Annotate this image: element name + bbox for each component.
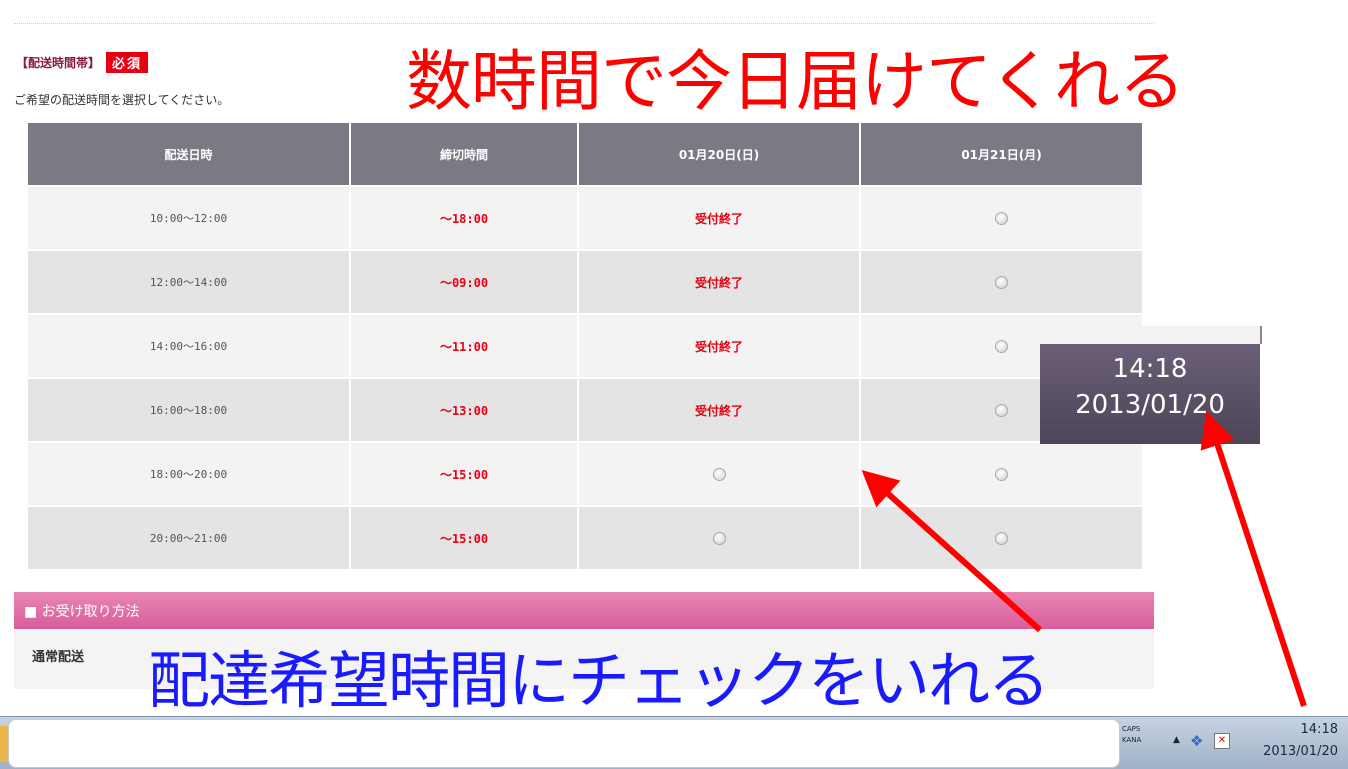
top-divider [14, 23, 1154, 24]
slot-day-2 [860, 441, 1142, 506]
taskbar-clock-date[interactable]: 2013/01/20 [1263, 744, 1338, 759]
table-row: 16:00～18:00 ～13:00 受付終了 [28, 377, 1142, 442]
table-row: 20:00～21:00 ～15:00 [28, 505, 1142, 569]
slot-day-2 [860, 249, 1142, 314]
table-row: 14:00～16:00 ～11:00 受付終了 [28, 313, 1142, 378]
zoomed-clock-frame [1040, 326, 1262, 344]
slot-time: 10:00～12:00 [28, 185, 351, 250]
slot-time: 14:00～16:00 [28, 313, 351, 378]
slot-radio-button[interactable] [995, 211, 1008, 225]
slot-radio-button[interactable] [995, 403, 1008, 417]
slot-deadline: ～11:00 [350, 313, 579, 378]
delivery-instruction: ご希望の配送時間を選択してください。 [14, 93, 230, 107]
delivery-time-title: 【配送時間帯】 [16, 56, 101, 70]
show-hidden-icons-icon[interactable]: ▲ [1173, 735, 1180, 745]
action-center-flag-icon[interactable]: ✕ [1214, 733, 1230, 749]
delivery-slot-table: 配送日時 締切時間 01月20日(日) 01月21日(月) 10:00～12:0… [28, 123, 1142, 569]
slot-day-2 [860, 185, 1142, 250]
required-badge: 必須 [106, 52, 149, 73]
annotation-red-caption: 数時間で今日届けてくれる [406, 43, 1185, 120]
slot-day-1: 受付終了 [578, 249, 861, 314]
slot-time: 20:00～21:00 [28, 505, 351, 569]
slot-time: 12:00～14:00 [28, 249, 351, 314]
dropbox-icon[interactable]: ❖ [1190, 732, 1203, 750]
caps-label: CAPS [1122, 725, 1141, 733]
slot-deadline: ～13:00 [350, 377, 579, 442]
header-delivery-datetime: 配送日時 [28, 123, 351, 186]
slot-radio-button[interactable] [712, 467, 726, 481]
receive-method-header: ■ お受け取り方法 [14, 592, 1154, 629]
table-row: 18:00～20:00 ～15:00 [28, 441, 1142, 506]
kana-label: KANA [1122, 736, 1142, 744]
slot-deadline: ～15:00 [350, 505, 579, 569]
slot-day-1 [578, 441, 861, 506]
slot-radio-button[interactable] [712, 531, 726, 545]
receive-method-title: ■ お受け取り方法 [24, 603, 140, 620]
slot-deadline: ～18:00 [350, 185, 579, 250]
slot-radio-button[interactable] [995, 275, 1008, 289]
zoomed-clock-time: 14:18 [1112, 354, 1188, 384]
slot-day-1: 受付終了 [578, 313, 861, 378]
slot-day-1: 受付終了 [578, 185, 861, 250]
zoomed-clock-date: 2013/01/20 [1075, 390, 1225, 420]
slot-radio-button[interactable] [995, 531, 1008, 545]
slot-time: 18:00～20:00 [28, 441, 351, 506]
zoomed-clock: 14:18 2013/01/20 [1040, 344, 1260, 444]
slot-time: 16:00～18:00 [28, 377, 351, 442]
header-deadline: 締切時間 [350, 123, 579, 186]
slot-radio-button[interactable] [995, 467, 1008, 481]
arrow-to-clock [1200, 410, 1307, 707]
annotation-blue-caption: 配達希望時間にチェックをいれる [148, 644, 1050, 717]
taskbar-window-area[interactable] [8, 719, 1120, 768]
slot-day-2 [860, 505, 1142, 569]
system-tray: CAPS KANA ▲ ❖ ✕ 14:18 2013/01/20 [1118, 720, 1348, 768]
receive-method-value: 通常配送 [32, 650, 85, 665]
slot-table-body: 10:00～12:00 ～18:00 受付終了 12:00～14:00 ～09:00 受付… [28, 185, 1142, 569]
table-row: 12:00～14:00 ～09:00 受付終了 [28, 249, 1142, 314]
delivery-time-section-header: 【配送時間帯】 必須 [16, 52, 149, 73]
table-row: 10:00～12:00 ～18:00 受付終了 [28, 185, 1142, 250]
taskbar-clock-time[interactable]: 14:18 [1301, 722, 1338, 737]
table-header-row: 配送日時 締切時間 01月20日(日) 01月21日(月) [28, 123, 1142, 186]
slot-day-1: 受付終了 [578, 377, 861, 442]
slot-day-1 [578, 505, 861, 569]
ime-status[interactable]: CAPS KANA [1122, 724, 1141, 746]
header-day-2: 01月21日(月) [860, 123, 1142, 186]
header-day-1: 01月20日(日) [578, 123, 861, 186]
slot-deadline: ～09:00 [350, 249, 579, 314]
slot-radio-button[interactable] [995, 339, 1008, 353]
slot-deadline: ～15:00 [350, 441, 579, 506]
